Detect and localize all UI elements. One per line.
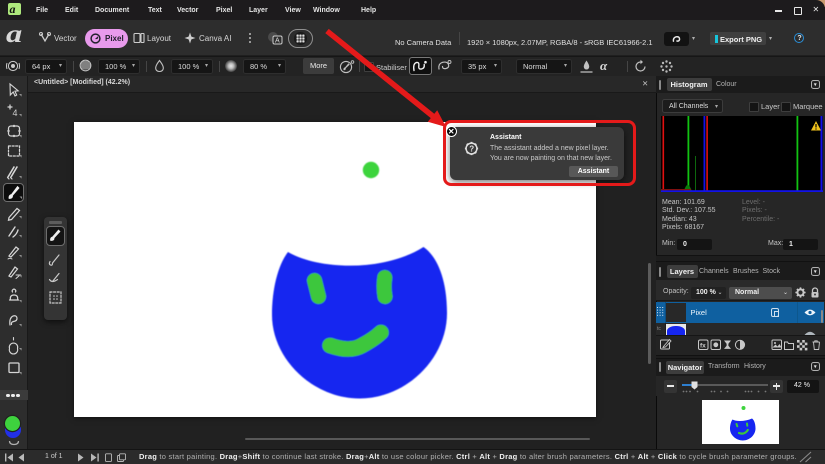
svg-text:fx: fx	[700, 343, 706, 350]
svg-text:A: A	[275, 38, 280, 45]
svg-text:4: 4	[13, 108, 18, 118]
